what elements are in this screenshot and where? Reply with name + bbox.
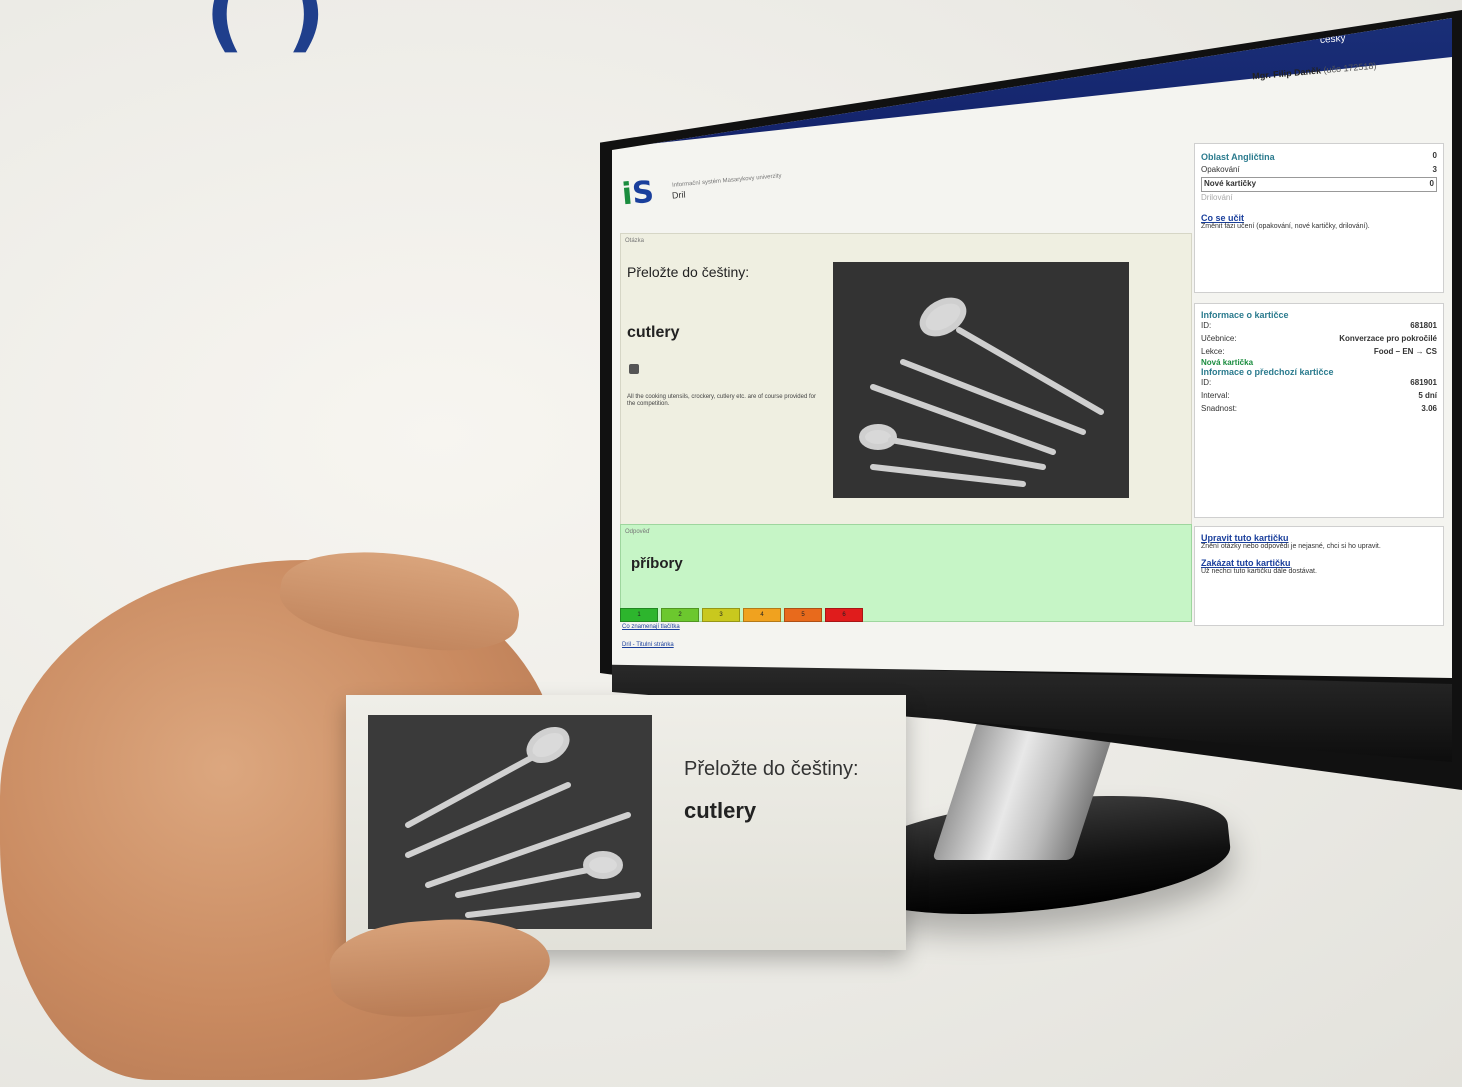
card-actions-box: Upravit tuto kartičku Znění otázky nebo … <box>1194 526 1444 626</box>
info-value: 3.06 <box>1421 403 1437 413</box>
answer-word: příbory <box>631 555 683 572</box>
cutlery-card-image <box>368 715 652 929</box>
disable-card-description: Už nechci tuto kartičku dále dostávat. <box>1201 568 1317 575</box>
info-row: Učebnice: Konverzace pro pokročilé <box>1201 333 1437 346</box>
question-panel: Otázka Přeložte do češtiny: cutlery All … <box>620 233 1192 525</box>
info-label: ID: <box>1201 321 1212 330</box>
info-value: Konverzace pro pokročilé <box>1339 333 1437 343</box>
info-label: Lekce: <box>1201 346 1225 356</box>
rating-button-4[interactable]: 4 <box>743 608 781 622</box>
question-label: Otázka <box>625 238 645 244</box>
learn-description: Změnit fázi učení (opakování, nové karti… <box>1201 222 1370 230</box>
area-box: Oblast Angličtina 0 Opakování 3 Nové karti… <box>1194 143 1444 293</box>
monitor-screen: česky Mgr. Filip Daněk (učo 172518) iS I… <box>612 18 1452 678</box>
rating-button-1[interactable]: 1 <box>620 608 658 622</box>
audio-play-button[interactable] <box>629 364 639 374</box>
heading-fragment: ( ) <box>205 0 332 62</box>
rating-button-3[interactable]: 3 <box>702 608 740 622</box>
new-card-label: Nová kartička <box>1201 358 1254 368</box>
disable-card-link[interactable]: Zakázat tuto kartičku <box>1201 558 1437 568</box>
mode-item[interactable]: Opakování 3 <box>1201 164 1437 177</box>
card-prompt: Přeložte do češtiny: <box>684 758 859 780</box>
question-prompt: Přeložte do češtiny: <box>627 264 750 280</box>
info-label: ID: <box>1201 378 1212 388</box>
info-label: Interval: <box>1201 391 1230 401</box>
rating-button-5[interactable]: 5 <box>784 608 822 622</box>
info-row: ID: 681801 <box>1201 320 1437 333</box>
info-value: Food – EN → CS <box>1373 346 1437 356</box>
rating-button-6[interactable]: 6 <box>825 608 863 622</box>
mode-item-selected[interactable]: Nové kartičky 0 <box>1201 177 1437 192</box>
info-value: 681801 <box>1410 321 1437 330</box>
cutlery-image <box>833 262 1129 498</box>
answer-label: Odpověď <box>625 529 650 535</box>
info-row: Interval: 5 dní <box>1201 390 1437 403</box>
prev-card-title: Informace o předchozí kartičce <box>1201 367 1334 378</box>
card-info-list: ID: 681801 Učebnice: Konverzace pro pokroči… <box>1201 320 1437 358</box>
rating-buttons: 123456 <box>620 608 863 622</box>
buttons-help-link[interactable]: Co znamenají tlačítka <box>622 624 680 630</box>
edit-card-link[interactable]: Upravit tuto kartičku <box>1201 533 1437 543</box>
prev-card-list: ID: 681901 Interval: 5 dní Snadnost: 3.06 <box>1201 377 1437 415</box>
info-value: 681901 <box>1410 378 1437 388</box>
question-word: cutlery <box>627 324 680 341</box>
app-name: Dril <box>671 189 686 201</box>
card-info-title: Informace o kartičce <box>1201 310 1289 320</box>
info-value: 5 dní <box>1418 391 1437 401</box>
app-subtitle: Informační systém Masarykovy univerzity <box>671 173 782 189</box>
info-row: ID: 681901 <box>1201 377 1437 390</box>
example-sentence: All the cooking utensils, crockery, cutl… <box>627 394 816 408</box>
rating-button-2[interactable]: 2 <box>661 608 699 622</box>
card-word: cutlery <box>684 798 757 823</box>
info-label: Učebnice: <box>1201 333 1237 343</box>
info-row: Snadnost: 3.06 <box>1201 403 1437 416</box>
info-row: Lekce: Food – EN → CS <box>1201 346 1437 359</box>
mode-item[interactable]: Drilování <box>1201 192 1437 205</box>
learn-link[interactable]: Co se učit <box>1201 213 1437 223</box>
card-info-box: Informace o kartičce ID: 681801 Učebnice: K… <box>1194 303 1444 518</box>
info-label: Snadnost: <box>1201 403 1238 413</box>
is-logo[interactable]: iS <box>621 175 656 213</box>
area-title: Oblast Angličtina <box>1201 152 1275 162</box>
dril-home-link[interactable]: Dril - Titulní stránka <box>622 642 674 648</box>
printed-flashcard: Přeložte do češtiny: cutlery <box>346 695 906 950</box>
edit-card-description: Znění otázky nebo odpovědi je nejasné, c… <box>1201 543 1381 550</box>
area-count: 0 <box>1432 151 1437 160</box>
